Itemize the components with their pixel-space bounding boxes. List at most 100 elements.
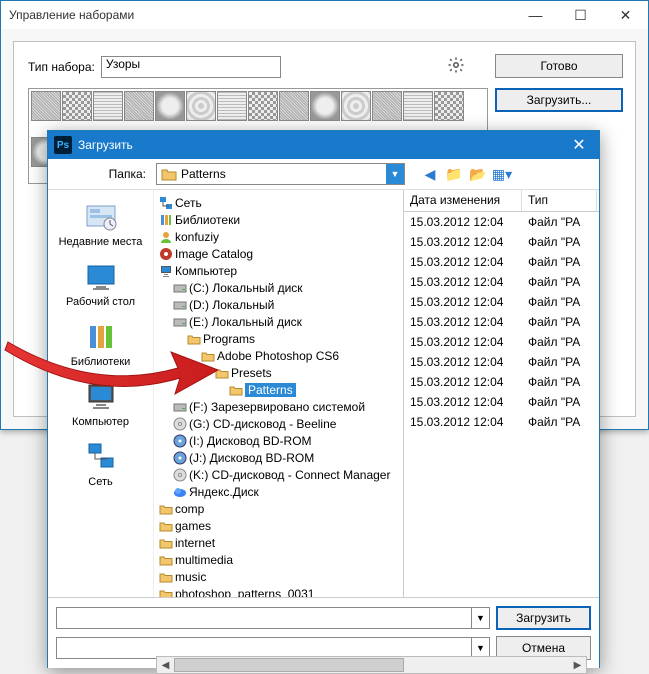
file-type: Файл "PA [522,315,597,329]
file-row[interactable]: 15.03.2012 12:04Файл "PA [404,352,599,372]
preset-thumb[interactable] [217,91,247,121]
preset-thumb[interactable] [62,91,92,121]
place-label: Недавние места [59,236,143,248]
tree-item[interactable]: (F:) Зарезервировано системой [158,398,403,415]
col-type[interactable]: Тип [522,190,597,211]
tree-item[interactable]: music [158,568,403,585]
tree-item[interactable]: (D:) Локальный [158,296,403,313]
file-row[interactable]: 15.03.2012 12:04Файл "PA [404,292,599,312]
gear-icon[interactable] [447,56,465,74]
place-recent[interactable]: Недавние места [53,196,149,252]
tree-item[interactable]: (I:) Дисковод BD-ROM [158,432,403,449]
preset-thumb[interactable] [186,91,216,121]
place-label: Рабочий стол [66,296,135,308]
tree-item[interactable]: internet [158,534,403,551]
tree-item[interactable]: konfuziy [158,228,403,245]
disk-icon [172,298,187,312]
pm-close-button[interactable]: ✕ [603,1,648,29]
preset-thumb[interactable] [31,91,61,121]
file-row[interactable]: 15.03.2012 12:04Файл "PA [404,232,599,252]
folder-select[interactable]: Patterns ▼ [156,163,405,185]
preset-thumb[interactable] [155,91,185,121]
file-row[interactable]: 15.03.2012 12:04Файл "PA [404,212,599,232]
preset-type-select[interactable]: Узоры [101,56,281,78]
preset-thumb[interactable] [248,91,278,121]
tree-item[interactable]: photoshop_patterns_0031 [158,585,403,597]
view-menu-icon[interactable]: ▦▾ [493,165,511,183]
folder-tree[interactable]: СетьБиблиотекиkonfuziyImage CatalogКомпь… [154,190,404,597]
tree-item[interactable]: (J:) Дисковод BD-ROM [158,449,403,466]
preset-thumb[interactable] [403,91,433,121]
cd-icon [172,468,187,482]
new-folder-icon[interactable]: 📂 [469,165,487,183]
load-dialog-close-button[interactable]: ✕ [559,131,599,159]
tree-item[interactable]: Яндекс.Диск [158,483,403,500]
tree-item[interactable]: Компьютер [158,262,403,279]
preset-thumb[interactable] [93,91,123,121]
tree-item[interactable]: Patterns [158,381,403,398]
preset-thumb[interactable] [434,91,464,121]
file-row[interactable]: 15.03.2012 12:04Файл "PA [404,312,599,332]
file-row[interactable]: 15.03.2012 12:04Файл "PA [404,372,599,392]
tree-item[interactable]: multimedia [158,551,403,568]
pm-maximize-button[interactable]: ☐ [558,1,603,29]
folder-icon [158,587,173,598]
tree-item[interactable]: (K:) CD-дисковод - Connect Manager [158,466,403,483]
preset-thumb[interactable] [372,91,402,121]
file-date: 15.03.2012 12:04 [404,415,522,429]
tree-item[interactable]: comp [158,500,403,517]
file-date: 15.03.2012 12:04 [404,355,522,369]
pm-minimize-button[interactable]: — [513,1,558,29]
tree-item[interactable]: Presets [158,364,403,381]
folder-dropdown-icon[interactable]: ▼ [386,164,404,184]
place-desktop[interactable]: Рабочий стол [53,256,149,312]
lib-icon [158,213,173,227]
preset-thumb[interactable] [279,91,309,121]
tree-item[interactable]: Image Catalog [158,245,403,262]
file-row[interactable]: 15.03.2012 12:04Файл "PA [404,332,599,352]
file-date: 15.03.2012 12:04 [404,275,522,289]
filename-combo[interactable]: ▼ [56,607,490,629]
horizontal-scrollbar[interactable]: ◀ ▶ [156,656,587,674]
file-type: Файл "PA [522,255,597,269]
tree-item-label: Presets [231,366,272,380]
tree-item-label: Programs [203,332,255,346]
preset-thumb[interactable] [341,91,371,121]
load-dialog: Ps Загрузить ✕ Папка: Patterns ▼ ◀ 📁 📂 ▦… [47,130,600,668]
preset-thumb[interactable] [124,91,154,121]
place-computer[interactable]: Компьютер [53,376,149,432]
cd-icon [172,417,187,431]
dialog-load-button[interactable]: Загрузить [496,606,591,630]
bd-icon [172,434,187,448]
file-row[interactable]: 15.03.2012 12:04Файл "PA [404,412,599,432]
tree-item[interactable]: (G:) CD-дисковод - Beeline [158,415,403,432]
scrollbar-thumb[interactable] [174,658,404,672]
file-date: 15.03.2012 12:04 [404,335,522,349]
file-row[interactable]: 15.03.2012 12:04Файл "PA [404,272,599,292]
file-list[interactable]: Дата изменения Тип 15.03.2012 12:04Файл … [404,190,599,597]
ready-button[interactable]: Готово [495,54,623,78]
network-icon [84,440,118,474]
tree-item[interactable]: (E:) Локальный диск [158,313,403,330]
tree-item[interactable]: Библиотеки [158,211,403,228]
photoshop-icon: Ps [54,136,72,154]
folder-icon [200,349,215,363]
back-icon[interactable]: ◀ [421,165,439,183]
up-icon[interactable]: 📁 [445,165,463,183]
load-button[interactable]: Загрузить... [495,88,623,112]
folder-icon [158,502,173,516]
file-row[interactable]: 15.03.2012 12:04Файл "PA [404,252,599,272]
file-date: 15.03.2012 12:04 [404,375,522,389]
tree-item[interactable]: (C:) Локальный диск [158,279,403,296]
file-row[interactable]: 15.03.2012 12:04Файл "PA [404,392,599,412]
preset-thumb[interactable] [310,91,340,121]
tree-item[interactable]: games [158,517,403,534]
tree-item[interactable]: Adobe Photoshop CS6 [158,347,403,364]
tree-item[interactable]: Сеть [158,194,403,211]
tree-item[interactable]: Programs [158,330,403,347]
tree-item-label: photoshop_patterns_0031 [175,587,314,598]
tree-item-label: Яндекс.Диск [189,485,259,499]
col-date[interactable]: Дата изменения [404,190,522,211]
place-network[interactable]: Сеть [53,436,149,492]
place-libraries[interactable]: Библиотеки [53,316,149,372]
